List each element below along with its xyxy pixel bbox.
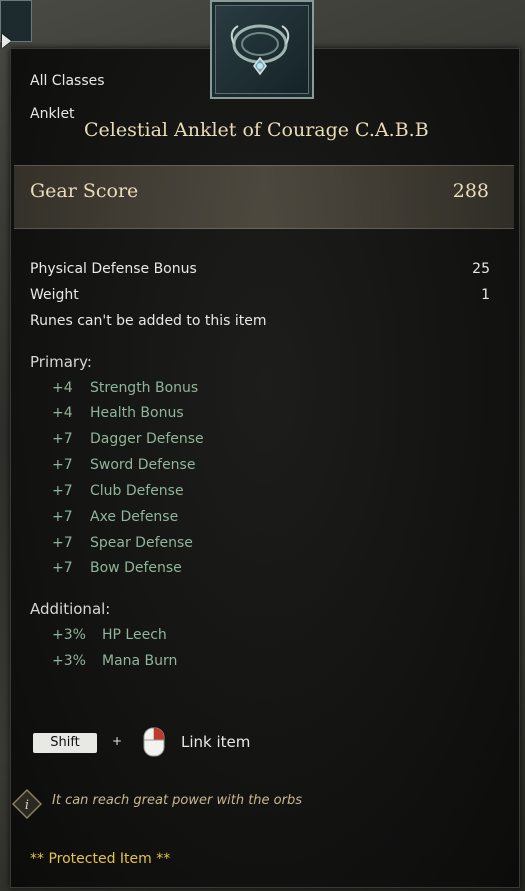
gear-score-value: 288	[452, 180, 489, 202]
item-name: Celestial Anklet of Courage C.A.B.B	[84, 119, 429, 141]
primary-section-label: Primary:	[30, 353, 92, 371]
stat-value: +7	[52, 431, 73, 447]
stat-name: Strength Bonus	[90, 380, 199, 396]
link-item-label: Link item	[181, 733, 251, 751]
primary-stat: +7 Sword Defense	[52, 457, 195, 473]
stat-name: Sword Defense	[90, 457, 196, 473]
additional-stat: +3% Mana Burn	[52, 653, 177, 669]
stat-name: Club Defense	[90, 483, 184, 499]
base-stat-label: Weight	[30, 287, 79, 303]
stat-value: +3%	[52, 653, 86, 669]
anklet-icon	[230, 24, 290, 76]
primary-stat: +7 Spear Defense	[52, 535, 193, 551]
svg-text:i: i	[25, 798, 29, 813]
stat-name: Spear Defense	[90, 535, 193, 551]
stat-value: +3%	[52, 627, 86, 643]
stat-value: +7	[52, 509, 73, 525]
additional-stat: +3% HP Leech	[52, 627, 167, 643]
stat-name: Mana Burn	[102, 653, 178, 669]
rune-note: Runes can't be added to this item	[30, 313, 267, 329]
item-slot-type: Anklet	[30, 106, 75, 122]
primary-stat: +4 Health Bonus	[52, 405, 184, 421]
item-icon-frame	[210, 0, 314, 99]
stat-value: +7	[52, 535, 73, 551]
stat-value: +7	[52, 483, 73, 499]
stat-name: Dagger Defense	[90, 431, 204, 447]
base-stat-row: Weight 1	[30, 287, 490, 303]
stat-value: +4	[52, 380, 73, 396]
base-stat-value: 1	[481, 287, 490, 303]
additional-section-label: Additional:	[30, 600, 111, 618]
orb-hint-text: It can reach great power with the orbs	[52, 793, 302, 808]
stat-name: Axe Defense	[90, 509, 179, 525]
stat-value: +7	[52, 457, 73, 473]
primary-stat: +7 Dagger Defense	[52, 431, 204, 447]
base-stat-value: 25	[472, 261, 490, 277]
stat-value: +7	[52, 560, 73, 576]
gear-score-label: Gear Score	[30, 180, 139, 202]
primary-stat: +7 Bow Defense	[52, 560, 182, 576]
primary-stat: +4 Strength Bonus	[52, 380, 198, 396]
stat-value: +4	[52, 405, 73, 421]
info-icon: i	[12, 789, 42, 819]
base-stat-row: Physical Defense Bonus 25	[30, 261, 490, 277]
stat-name: Bow Defense	[90, 560, 182, 576]
primary-stat: +7 Axe Defense	[52, 509, 178, 525]
stat-name: Health Bonus	[90, 405, 184, 421]
mouse-right-click-icon	[143, 727, 165, 757]
base-stat-label: Physical Defense Bonus	[30, 261, 197, 277]
shift-key-badge: Shift	[33, 733, 97, 753]
primary-stat: +7 Club Defense	[52, 483, 184, 499]
stat-name: HP Leech	[102, 627, 167, 643]
plus-sign: +	[112, 734, 123, 748]
cursor-arrow-icon	[2, 34, 11, 48]
class-restriction: All Classes	[30, 73, 105, 89]
protected-item-label: ** Protected Item **	[30, 851, 171, 867]
